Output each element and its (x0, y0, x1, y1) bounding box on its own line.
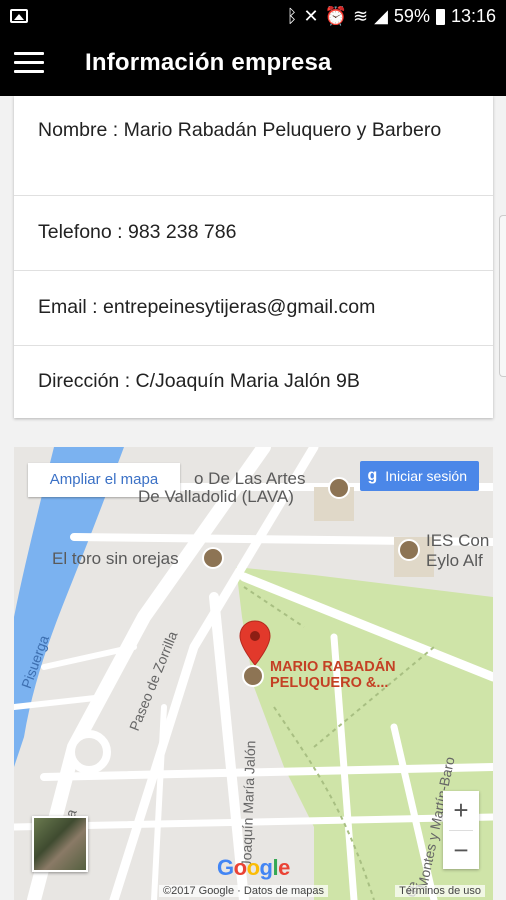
landmark-poi-icon[interactable] (202, 547, 224, 569)
map-terms-link[interactable]: Términos de uso (395, 885, 485, 897)
info-row-nombre: Nombre : Mario Rabadán Peluquero y Barbe… (14, 96, 493, 196)
company-info-card: Nombre : Mario Rabadán Peluquero y Barbe… (14, 96, 493, 418)
bluetooth-icon: ᛒ (286, 6, 298, 26)
status-bar: ᛒ ✕ ⏰ ≋ ◢ 59% 13:16 (0, 0, 506, 34)
zoom-out-button[interactable]: − (443, 831, 479, 870)
battery-percent: 59% (393, 6, 430, 26)
map-copyright[interactable]: ©2017 Google · Datos de mapas (159, 885, 328, 897)
status-icons: ᛒ ✕ ⏰ ≋ ◢ 59% 13:16 (287, 6, 496, 27)
info-row-telefono[interactable]: Telefono : 983 238 786 (14, 196, 493, 271)
map-footer: ©2017 Google · Datos de mapas Términos d… (14, 884, 493, 900)
google-map[interactable]: Ampliar el mapa g Iniciar sesión o De La… (14, 447, 493, 900)
clock: 13:16 (450, 6, 496, 26)
location-pin-icon[interactable] (238, 619, 272, 667)
google-g-icon: g (367, 467, 378, 484)
map-label-ies-2: Eylo Alf (426, 551, 483, 570)
battery-icon (435, 8, 445, 25)
map-label-ies-1: IES Con (426, 531, 490, 550)
info-row-email[interactable]: Email : entrepeinesytijeras@gmail.com (14, 271, 493, 346)
google-logo: Google (217, 855, 290, 880)
alarm-icon: ⏰ (324, 6, 347, 26)
museum-poi-icon[interactable] (328, 477, 350, 499)
wifi-icon: ≋ (352, 6, 369, 26)
zoom-in-button[interactable]: + (443, 791, 479, 830)
business-label-line1: MARIO RABADÁN (270, 659, 396, 675)
signin-label: Iniciar sesión (385, 468, 467, 484)
signin-button[interactable]: g Iniciar sesión (359, 461, 479, 491)
side-drawer-handle[interactable] (499, 215, 506, 377)
map-label-lava-1: o De Las Artes (194, 469, 306, 488)
business-label-line2: PELUQUERO &... (270, 675, 389, 691)
hamburger-menu-icon[interactable] (14, 52, 44, 76)
info-row-direccion: Dirección : C/Joaquín Maria Jalón 9B (38, 370, 360, 392)
zoom-controls: + − (443, 791, 479, 869)
gallery-icon (10, 9, 28, 23)
signal-icon: ◢ (374, 6, 388, 26)
business-map-label: MARIO RABADÁN PELUQUERO &... (270, 659, 396, 691)
app-bar: Información empresa (0, 34, 506, 96)
mute-icon: ✕ (303, 6, 319, 26)
map-label-lava-2: De Valladolid (LAVA) (138, 487, 294, 506)
school-poi-icon[interactable] (398, 539, 420, 561)
hair-salon-poi-icon[interactable] (242, 665, 264, 687)
page-title: Información empresa (85, 49, 332, 76)
map-label-toro: El toro sin orejas (52, 549, 179, 568)
satellite-view-toggle[interactable] (32, 816, 88, 872)
